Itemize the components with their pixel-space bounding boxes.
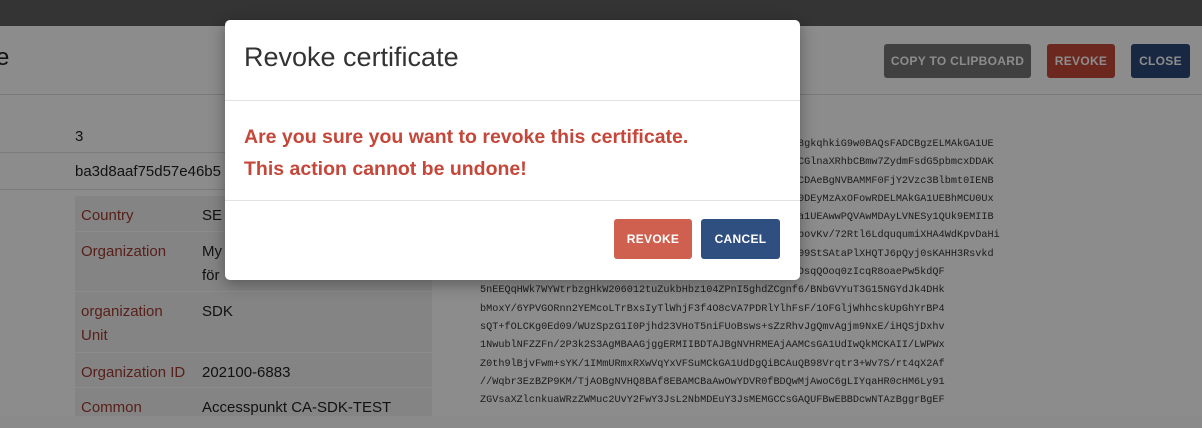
dialog-title: Revoke certificate [244, 42, 459, 72]
dialog-divider [225, 200, 800, 201]
dialog-divider [225, 100, 800, 101]
dialog-revoke-button[interactable]: REVOKE [614, 219, 692, 259]
dialog-warning-message: Are you sure you want to revoke this cer… [244, 121, 688, 185]
revoke-certificate-dialog: Revoke certificate Are you sure you want… [225, 20, 800, 280]
warning-line-2: This action cannot be undone! [244, 158, 527, 180]
warning-line-1: Are you sure you want to revoke this cer… [244, 126, 689, 148]
dialog-cancel-button[interactable]: CANCEL [701, 219, 780, 259]
